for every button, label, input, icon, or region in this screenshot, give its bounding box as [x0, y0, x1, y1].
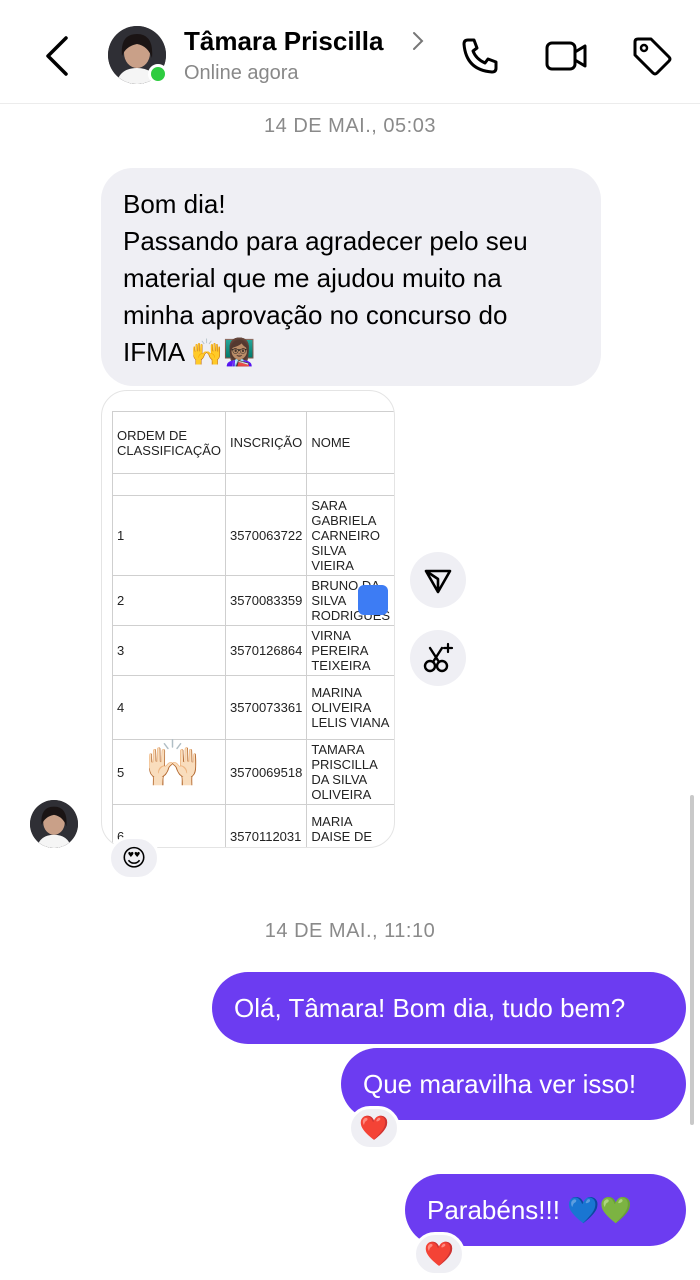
- name-cell: MARIA DAISE DE OLIVEIRA: [306, 804, 394, 847]
- table-row: 2 3570083359 BRUNO DA SILVA RODRIGUES: [111, 575, 394, 626]
- scissors-sparkle-icon: [423, 642, 454, 673]
- sender-avatar[interactable]: [30, 800, 78, 848]
- table-spacer-row: [111, 473, 394, 496]
- name-cell: TAMARA PRISCILLA DA SILVA OLIVEIRA: [306, 739, 394, 805]
- contact-name[interactable]: Tâmara Priscilla: [184, 26, 383, 57]
- online-status: Online agora: [184, 62, 299, 84]
- chevron-right-icon[interactable]: [410, 30, 426, 52]
- tag-icon[interactable]: [630, 34, 674, 78]
- message-timestamp: 14 DE MAI., 05:03: [264, 115, 436, 137]
- photo-badge-icon: [358, 585, 388, 615]
- registration-cell: 3570069518: [225, 739, 308, 805]
- table-header-cell: ORDEM DE CLASSIFICAÇÃO: [111, 411, 227, 474]
- message-line: minha aprovação no concurso do: [123, 300, 508, 330]
- reaction-badge[interactable]: ❤️: [413, 1232, 465, 1276]
- registration-cell: 3570126864: [225, 625, 308, 676]
- message-line: Passando para agradecer pelo seu: [123, 226, 528, 256]
- table-header-cell: INSCRIÇÃO: [225, 411, 308, 474]
- rank-cell: 2: [111, 575, 227, 626]
- forward-button[interactable]: [410, 552, 466, 608]
- registration-cell: 3570063722: [225, 495, 308, 576]
- send-icon: [424, 569, 452, 594]
- outgoing-message-bubble[interactable]: Olá, Tâmara! Bom dia, tudo bem?: [212, 972, 686, 1044]
- online-indicator: [148, 64, 168, 84]
- chevron-left-icon: [46, 36, 68, 76]
- table-row: 3 3570126864 VIRNA PEREIRA TEIXEIRA: [111, 625, 394, 676]
- reaction-badge[interactable]: ❤️: [348, 1106, 400, 1150]
- rank-cell: 3: [111, 625, 227, 676]
- table-row: 4 3570073361 MARINA OLIVEIRA LELIS VIANA: [111, 675, 394, 740]
- name-cell: MARINA OLIVEIRA LELIS VIANA: [306, 675, 394, 740]
- video-call-icon[interactable]: [544, 34, 588, 78]
- back-button[interactable]: [40, 34, 76, 78]
- registration-cell: 3570073361: [225, 675, 308, 740]
- table-row: 1 3570063722 SARA GABRIELA CARNEIRO SILV…: [111, 495, 394, 576]
- shared-image[interactable]: ORDEM DE CLASSIFICAÇÃO INSCRIÇÃO NOME 1 …: [101, 390, 395, 848]
- registration-cell: 3570112031: [225, 804, 308, 847]
- outgoing-message-bubble[interactable]: Que maravilha ver isso!: [341, 1048, 686, 1120]
- contact-avatar[interactable]: [108, 26, 168, 84]
- name-cell: SARA GABRIELA CARNEIRO SILVA VIEIRA: [306, 495, 394, 576]
- message-line: Bom dia!: [123, 189, 226, 219]
- message-line-text: IFMA: [123, 337, 184, 367]
- message-line: material que me ajudou muito na: [123, 263, 502, 293]
- name-cell: VIRNA PEREIRA TEIXEIRA: [306, 625, 394, 676]
- rank-cell: 1: [111, 495, 227, 576]
- incoming-message-bubble[interactable]: Bom dia! Passando para agradecer pelo se…: [101, 168, 601, 386]
- message-line-last: IFMA 🙌👩🏽‍🏫: [123, 334, 579, 372]
- raised-hands-sticker: 🙌🏻: [144, 736, 202, 790]
- reaction-badge[interactable]: 😍: [108, 836, 160, 880]
- registration-cell: 3570083359: [225, 575, 308, 626]
- phone-icon[interactable]: [458, 34, 502, 78]
- table-row: 6 3570112031 MARIA DAISE DE OLIVEIRA: [111, 804, 394, 847]
- table-header-row: ORDEM DE CLASSIFICAÇÃO INSCRIÇÃO NOME: [111, 411, 394, 474]
- chat-header: Tâmara Priscilla Online agora: [0, 0, 700, 104]
- scrollbar[interactable]: [690, 795, 694, 1125]
- message-timestamp: 14 DE MAI., 11:10: [264, 920, 436, 942]
- message-emoji: 🙌👩🏽‍🏫: [190, 338, 256, 368]
- table-header-cell: NOME: [306, 411, 394, 474]
- rank-cell: 4: [111, 675, 227, 740]
- ai-edit-button[interactable]: [410, 630, 466, 686]
